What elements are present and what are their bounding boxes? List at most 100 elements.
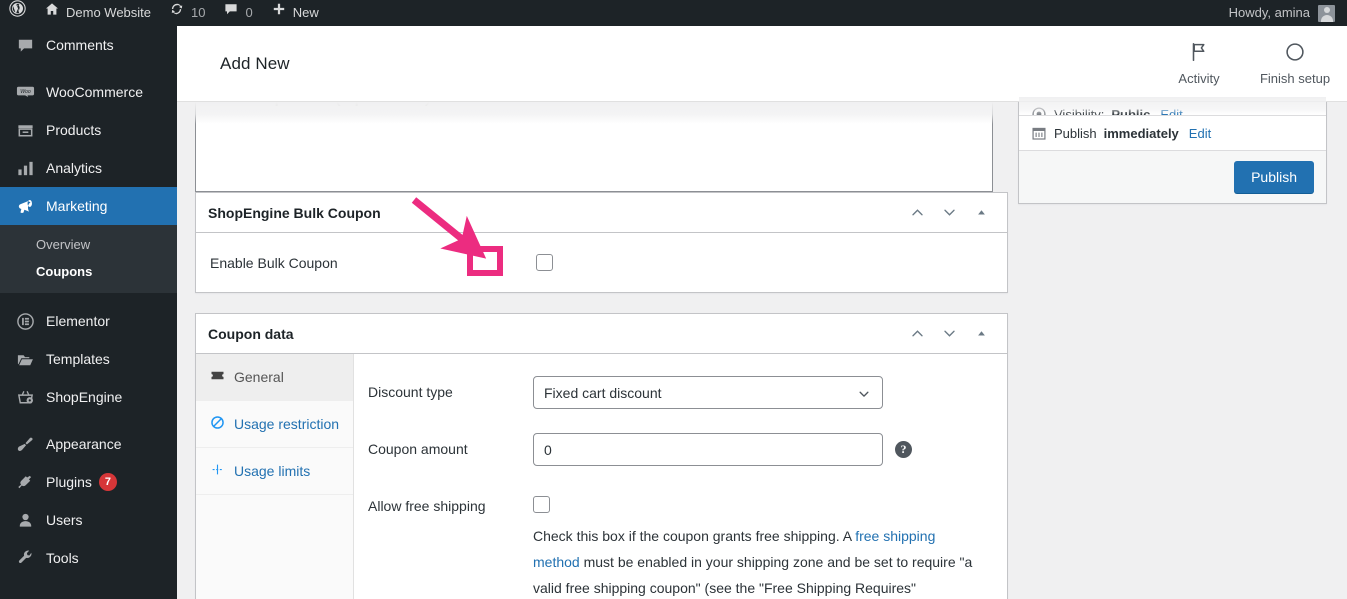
help-icon[interactable]: ? [895,441,912,458]
panel-body: General Usage restriction Usage limits D… [196,354,1007,599]
sidebar-item-products[interactable]: Products [0,111,177,149]
visibility-row-clipped: Visibility: Public Edit [1019,97,1326,115]
free-shipping-desc-part-2: must be enabled in your shipping zone an… [533,554,973,596]
visibility-icon [1031,106,1047,115]
publish-schedule-row[interactable]: Publish immediately Edit [1019,116,1326,150]
svg-text:Woo: Woo [20,89,31,95]
publish-button[interactable]: Publish [1234,161,1314,193]
chevron-up-icon[interactable] [903,320,931,348]
main-content-area: Add New Activity Finish setup Descriptio… [177,26,1347,599]
description-field-wrap [195,102,1008,192]
site-name-menu[interactable]: Demo Website [35,0,160,26]
publish-actions: Publish [1019,150,1326,203]
visibility-edit-link[interactable]: Edit [1160,107,1182,116]
plus-icon [271,0,287,26]
site-name-label: Demo Website [66,5,152,20]
admin-sidebar-menu: Comments Woo WooCommerce Products Analyt… [0,0,185,599]
triangle-up-icon[interactable] [967,199,995,227]
ticket-icon [209,366,225,383]
enable-bulk-coupon-row: Enable Bulk Coupon [210,254,553,271]
new-label: New [292,5,319,20]
sidebar-item-woocommerce[interactable]: Woo WooCommerce [0,73,177,111]
discount-type-label: Discount type [368,384,453,400]
account-menu[interactable]: Howdy, amina [1229,0,1347,26]
discount-type-control [533,376,989,409]
tab-label: Usage limits [234,463,311,479]
chevron-up-icon[interactable] [903,199,931,227]
sidebar-item-templates[interactable]: Templates [0,340,177,378]
coupon-amount-control: ? [533,433,989,466]
howdy-label: Howdy, amina [1228,5,1310,20]
flag-icon [1188,41,1210,66]
discount-type-row: Discount type [368,376,989,409]
megaphone-icon [12,197,38,216]
sidebar-item-tools[interactable]: Tools [0,539,177,577]
activity-label: Activity [1178,71,1220,86]
visibility-row[interactable]: Visibility: Public Edit [1019,97,1326,115]
sidebar-item-plugins[interactable]: Plugins 7 [0,463,177,501]
enable-bulk-coupon-checkbox[interactable] [536,254,553,271]
sidebar-item-analytics[interactable]: Analytics [0,149,177,187]
paintbrush-icon [12,435,38,454]
allow-free-shipping-row: Allow free shipping Check this box if th… [368,490,989,599]
publish-value: immediately [1103,125,1179,141]
chevron-down-icon[interactable] [935,199,963,227]
sidebar-item-marketing[interactable]: Marketing [0,187,185,225]
no-entry-icon [209,413,225,430]
sidebar-item-comments[interactable]: Comments [0,26,177,64]
shopengine-basket-icon [12,388,38,407]
coupon-amount-label: Coupon amount [368,441,468,457]
sidebar-item-label: WooCommerce [46,84,143,100]
calendar-icon [1031,125,1047,141]
circle-progress-icon [1284,41,1306,66]
description-textarea[interactable] [195,102,993,192]
panel-header: ShopEngine Bulk Coupon [196,193,1007,233]
enable-bulk-coupon-label: Enable Bulk Coupon [210,254,338,271]
sidebar-item-label: Analytics [46,160,103,176]
publish-edit-link[interactable]: Edit [1189,126,1211,141]
sidebar-subitem-overview[interactable]: Overview [0,231,177,258]
shopengine-bulk-coupon-panel: ShopEngine Bulk Coupon Enable Bulk Coupo… [195,192,1008,293]
updates-count: 10 [191,5,206,20]
coupon-data-general-panel: Discount type Fixed cart discount Coupon… [354,354,1007,599]
panel-tools [903,199,995,227]
chevron-down-icon[interactable] [935,320,963,348]
sidebar-item-shopengine[interactable]: ShopEngine [0,378,177,416]
admin-screen: Demo Website 10 0 New Howdy, amina Comme… [0,0,1347,599]
sidebar-item-label: Products [46,122,102,138]
header-actions: Activity Finish setup [1151,26,1347,102]
sidebar-item-label: Tools [46,550,79,566]
products-box-icon [12,121,38,140]
page-title: Add New [220,53,290,73]
publish-panel: Visibility: Public Edit Publish immediat… [1018,96,1327,204]
tab-general[interactable]: General [196,354,353,401]
sidebar-item-users[interactable]: Users [0,501,177,539]
activity-button[interactable]: Activity [1151,26,1247,102]
editor-main-column: ShopEngine Bulk Coupon [177,102,1018,599]
menu-separator [0,416,177,425]
comments-menu[interactable]: 0 [214,0,261,26]
tab-usage-limits[interactable]: Usage limits [196,448,353,495]
updates-menu[interactable]: 10 [160,0,214,26]
wordpress-logo-menu[interactable] [0,0,35,26]
panel-body: Enable Bulk Coupon [196,233,1007,292]
tab-label: General [234,369,284,385]
panel-title: Coupon data [208,325,294,342]
coupon-amount-input[interactable] [533,433,883,466]
allow-free-shipping-checkbox[interactable] [533,496,550,513]
panel-title: ShopEngine Bulk Coupon [208,204,381,221]
editor-side-column: Visibility: Public Edit Publish immediat… [1018,96,1347,599]
sidebar-item-label: Appearance [46,436,122,452]
tab-usage-restriction[interactable]: Usage restriction [196,401,353,448]
discount-type-select[interactable] [533,376,883,409]
finish-setup-button[interactable]: Finish setup [1247,26,1343,102]
new-content-menu[interactable]: New [262,0,328,26]
sidebar-item-appearance[interactable]: Appearance [0,425,177,463]
coupon-amount-row: Coupon amount ? [368,433,989,466]
sidebar-item-elementor[interactable]: Elementor [0,302,177,340]
sidebar-subitem-coupons[interactable]: Coupons [0,258,177,285]
sidebar-item-label: Templates [46,351,110,367]
editor-columns: ShopEngine Bulk Coupon [177,96,1347,599]
triangle-up-icon[interactable] [967,320,995,348]
folder-icon [12,350,38,369]
